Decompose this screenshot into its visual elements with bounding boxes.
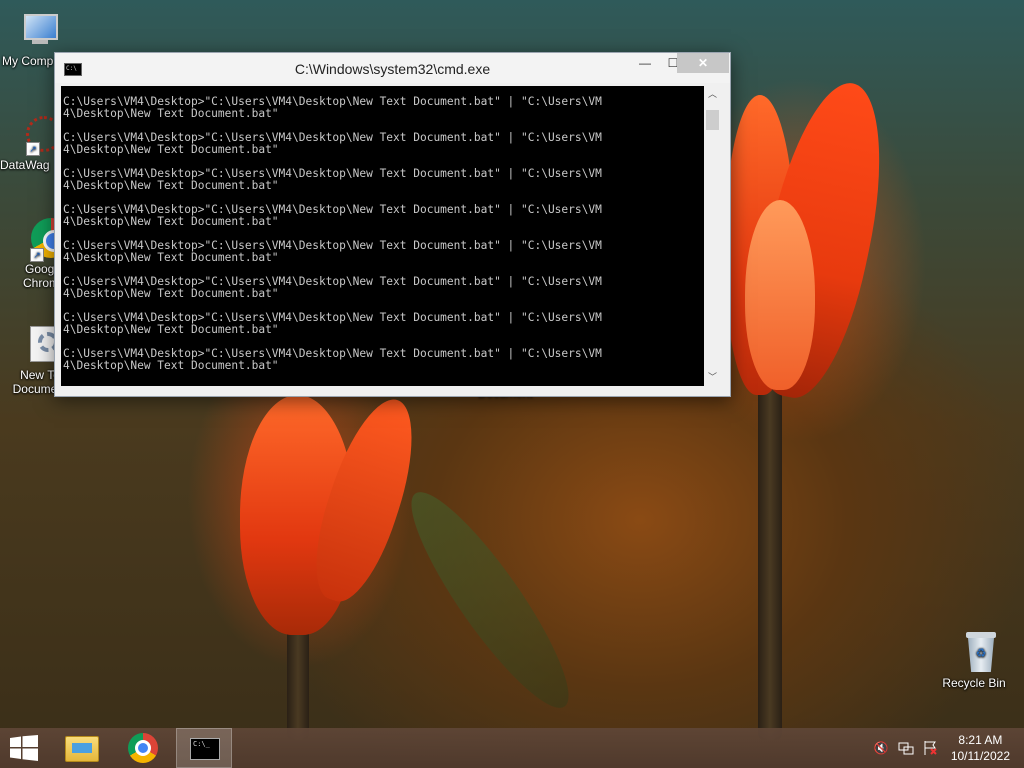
taskbar-file-explorer[interactable] [53,728,109,768]
minimize-button[interactable]: — [630,53,660,73]
window-titlebar[interactable]: C:\Windows\system32\cmd.exe — ☐ ✕ [55,53,730,83]
taskbar-chrome[interactable] [115,728,171,768]
network-icon[interactable] [898,740,914,756]
console-output[interactable]: C:\Users\VM4\Desktop>"C:\Users\VM4\Deskt… [61,86,704,386]
file-explorer-icon [65,736,99,762]
close-button[interactable]: ✕ [677,53,729,73]
volume-muted-icon[interactable]: 🔇 [873,740,889,756]
system-clock[interactable]: 8:21 AM 10/11/2022 [951,732,1010,764]
clock-time: 8:21 AM [958,733,1003,747]
start-button[interactable] [0,728,56,768]
window-title: C:\Windows\system32\cmd.exe [294,61,491,77]
vertical-scrollbar[interactable]: ︿ ﹀ [704,86,721,386]
windows-start-icon [10,735,38,761]
console-text: C:\Users\VM4\Desktop>"C:\Users\VM4\Deskt… [63,95,602,372]
taskbar-cmd[interactable]: C:\_ [176,728,232,768]
datawag-icon: ↗ [14,112,62,156]
taskbar: C:\_ 🔇 8:21 AM 10/11/2022 [0,728,1024,768]
clock-date: 10/11/2022 [950,749,1010,763]
recycle-bin-icon: ♻ [952,630,996,674]
cmd-window[interactable]: C:\Windows\system32\cmd.exe — ☐ ✕ C:\Use… [54,52,731,397]
computer-icon [16,8,60,52]
scroll-down-arrow-icon[interactable]: ﹀ [704,369,721,386]
action-center-flag-icon[interactable] [922,740,938,756]
chrome-icon [128,733,158,763]
desktop-icon-label: Recycle Bin [942,676,1006,690]
cmd-icon: C:\_ [190,738,220,760]
scroll-up-arrow-icon[interactable]: ︿ [704,86,721,103]
desktop-icon-recycle-bin[interactable]: ♻ Recycle Bin [938,630,1010,690]
scroll-thumb[interactable] [706,110,719,130]
